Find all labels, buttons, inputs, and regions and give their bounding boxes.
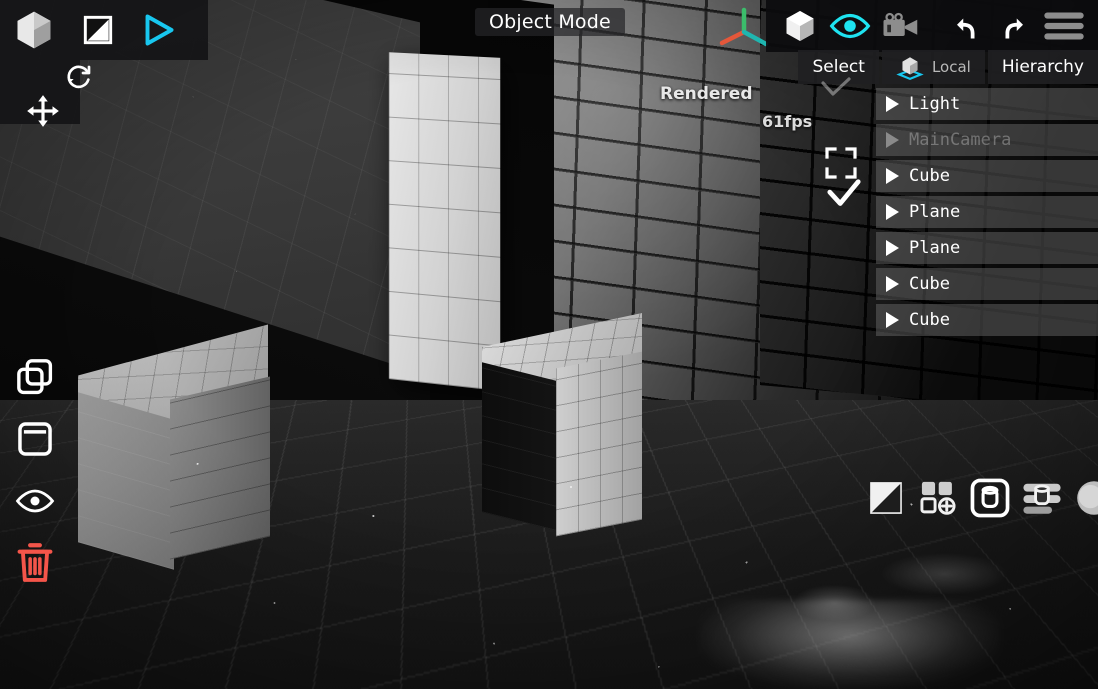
cube-icon: [12, 8, 56, 52]
check-icon: [819, 77, 853, 99]
cursor-icon: [140, 12, 176, 48]
mode-label-text: Object Mode: [489, 11, 611, 33]
hierarchy-item-label: MainCamera: [909, 130, 1011, 150]
camera-icon: [881, 11, 921, 41]
hierarchy-button[interactable]: Hierarchy: [988, 50, 1098, 84]
cylinder-box-icon: [970, 478, 1010, 518]
hierarchy-item[interactable]: MainCamera: [876, 124, 1098, 156]
chevron-right-icon[interactable]: [886, 204, 899, 220]
bottom-right-toolbar: [866, 478, 1098, 518]
menu-button[interactable]: [1038, 4, 1090, 48]
object-view-button[interactable]: [778, 4, 822, 48]
camera-button[interactable]: [878, 4, 924, 48]
fps-text: 61fps: [762, 112, 812, 131]
move-icon: [24, 92, 62, 130]
confirm-button[interactable]: [826, 178, 862, 210]
chevron-right-icon[interactable]: [886, 312, 899, 328]
frame-select-button[interactable]: [824, 146, 858, 180]
rotate-tool[interactable]: [62, 60, 96, 94]
scene-cube-center: [482, 330, 642, 510]
delete-button[interactable]: [14, 542, 56, 584]
hierarchy-item-label: Cube: [909, 166, 950, 186]
editor-window: Object Mode: [0, 0, 1098, 689]
top-left-toolbar: [0, 0, 208, 60]
rotate-icon: [63, 61, 95, 93]
hierarchy-item[interactable]: Light: [876, 88, 1098, 120]
confirm-small-icon[interactable]: [818, 76, 854, 100]
duplicate-icon: [15, 357, 55, 397]
frame-select-icon: [824, 146, 858, 180]
hierarchy-panel: Light MainCamera Cube Plane Plane Cube C…: [876, 88, 1098, 336]
undo-icon: [952, 11, 982, 41]
check-icon: [826, 178, 862, 210]
shading-icon: [82, 14, 114, 46]
hierarchy-label: Hierarchy: [1002, 57, 1084, 77]
hierarchy-item[interactable]: Plane: [876, 232, 1098, 264]
local-space-icon: [896, 54, 924, 80]
layers-button[interactable]: [1022, 478, 1062, 518]
transform-space-label: Local: [932, 58, 971, 76]
shading-mode-button[interactable]: [866, 478, 906, 518]
undo-button[interactable]: [946, 4, 988, 48]
chevron-right-icon[interactable]: [886, 240, 899, 256]
hierarchy-item[interactable]: Plane: [876, 196, 1098, 228]
fps-counter: 61fps: [762, 112, 812, 131]
paste-button[interactable]: [14, 418, 56, 460]
select-label: Select: [812, 57, 864, 77]
eye-icon: [15, 488, 55, 514]
cursor-tool[interactable]: [140, 12, 176, 48]
hierarchy-item[interactable]: Cube: [876, 160, 1098, 192]
chevron-right-icon[interactable]: [886, 132, 899, 148]
hierarchy-item[interactable]: Cube: [876, 304, 1098, 336]
top-right-toolbar: [766, 0, 1098, 52]
material-button[interactable]: [1074, 478, 1098, 518]
hierarchy-item-label: Plane: [909, 202, 960, 222]
left-sidebar: [14, 356, 56, 584]
mode-label[interactable]: Object Mode: [475, 8, 625, 36]
shading-icon: [867, 479, 905, 517]
shading-mode-text: Rendered: [660, 84, 753, 104]
hierarchy-item[interactable]: Cube: [876, 268, 1098, 300]
card-icon: [16, 420, 54, 458]
eye-icon: [829, 11, 871, 41]
visibility-button[interactable]: [826, 4, 874, 48]
chevron-right-icon[interactable]: [886, 96, 899, 112]
hierarchy-item-label: Light: [909, 94, 960, 114]
sphere-icon: [1075, 479, 1098, 517]
hamburger-menu-icon: [1043, 10, 1085, 42]
layers-icon: [1022, 479, 1062, 517]
add-object-button[interactable]: [918, 478, 958, 518]
chevron-right-icon[interactable]: [886, 168, 899, 184]
move-tool[interactable]: [24, 92, 62, 130]
trash-icon: [15, 542, 55, 584]
hierarchy-item-label: Plane: [909, 238, 960, 258]
hierarchy-item-label: Cube: [909, 310, 950, 330]
chevron-right-icon[interactable]: [886, 276, 899, 292]
transform-space-button[interactable]: Local: [882, 50, 985, 84]
grid-add-icon: [919, 479, 957, 517]
object-cube-tool[interactable]: [12, 8, 56, 52]
hide-button[interactable]: [14, 480, 56, 522]
duplicate-button[interactable]: [14, 356, 56, 398]
shading-tool[interactable]: [82, 14, 114, 46]
shading-mode-label: Rendered: [660, 84, 753, 104]
redo-icon: [998, 11, 1028, 41]
scene-cube-left: [78, 350, 268, 560]
cube-icon: [782, 8, 818, 44]
hierarchy-item-label: Cube: [909, 274, 950, 294]
primitives-button[interactable]: [970, 478, 1010, 518]
redo-button[interactable]: [992, 4, 1034, 48]
